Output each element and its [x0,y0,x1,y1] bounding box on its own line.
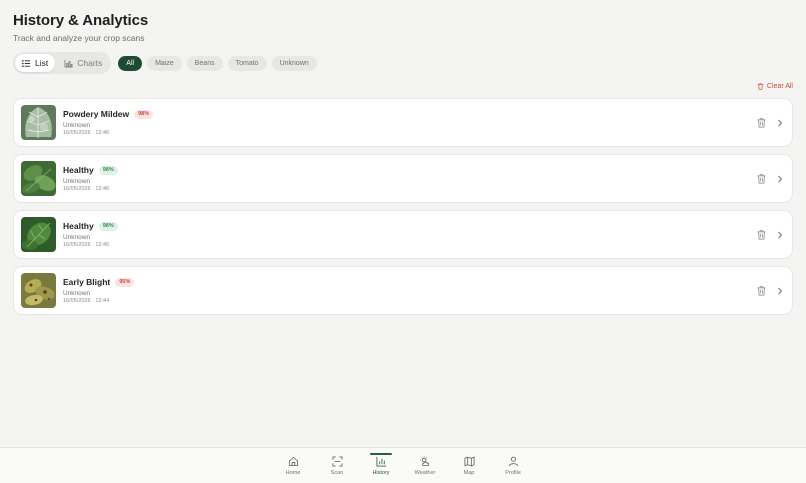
chevron-right-icon[interactable] [777,287,783,295]
confidence-badge: 98% [98,221,118,231]
home-icon [288,456,298,467]
crop-type: Unknown [63,122,91,129]
scan-info: Powdery Mildew 98% Unknown 16/05/2026 · … [63,109,154,136]
diagnosis-label: Powdery Mildew [63,109,130,119]
page-subtitle: Track and analyze your crop scans [13,33,145,43]
nav-item-scan[interactable]: Scan [315,448,359,483]
list-icon [22,59,31,67]
crop-type: Unknown [63,178,91,185]
nav-item-map[interactable]: Map [447,448,491,483]
nav-item-profile[interactable]: Profile [491,448,535,483]
filter-chip-beans[interactable]: Beans [186,55,223,71]
crop-type: Unknown [63,290,91,297]
delete-scan-icon[interactable] [757,286,766,296]
scan-title-row: Healthy 98% [63,165,118,175]
page-title: History & Analytics [13,12,149,29]
nav-item-weather[interactable]: Weather [403,448,447,483]
scan-title-row: Healthy 98% [63,221,118,231]
clear-all-label: Clear All [766,83,793,90]
page-header: History & Analytics Track and analyze yo… [13,12,148,43]
crop-type: Unknown [63,234,91,241]
scan-card[interactable]: Early Blight 95% Unknown 16/05/2026 · 12… [13,266,793,315]
scan-thumbnail [21,161,56,196]
scan-history-list: Powdery Mildew 98% Unknown 16/05/2026 · … [13,98,793,322]
scan-timestamp: 16/05/2026 · 12:46 [63,130,110,136]
filter-chip-unknown[interactable]: Unknown [271,55,317,71]
nav-item-label: Map [463,470,475,476]
scan-thumbnail [21,273,56,308]
user-icon [508,456,518,467]
scan-card[interactable]: Powdery Mildew 98% Unknown 16/05/2026 · … [13,98,793,147]
chevron-right-icon[interactable] [777,231,783,239]
delete-scan-icon[interactable] [757,174,766,184]
delete-scan-icon[interactable] [757,230,766,240]
scan-title-row: Early Blight 95% [63,277,135,287]
toolbar: List Charts All Maize Beans Tomato Unknown [13,52,317,74]
confidence-badge: 95% [115,277,135,287]
nav-item-history[interactable]: History [359,448,403,483]
trash-icon [757,83,764,90]
scan-thumbnail [21,217,56,252]
scan-icon [332,456,342,467]
nav-item-label: Home [285,470,301,476]
delete-scan-icon[interactable] [757,118,766,128]
bar-chart-icon [64,59,73,68]
chevron-right-icon[interactable] [777,175,783,183]
view-toggle: List Charts [13,52,112,74]
scan-title-row: Powdery Mildew 98% [63,109,154,119]
scan-card[interactable]: Healthy 98% Unknown 16/05/2026 · 12:46 [13,154,793,203]
weather-icon [419,456,429,467]
confidence-badge: 98% [134,109,154,119]
charts-view-button[interactable]: Charts [57,54,109,72]
diagnosis-label: Early Blight [63,277,111,287]
filter-chip-all[interactable]: All [118,55,143,71]
map-icon [464,456,474,467]
scan-card[interactable]: Healthy 98% Unknown 16/05/2026 · 12:45 [13,210,793,259]
bar-chart-icon [376,456,386,467]
nav-item-label: Weather [414,470,436,476]
confidence-badge: 98% [98,165,118,175]
scan-thumbnail [21,105,56,140]
nav-item-label: Profile [505,470,521,476]
crop-filter-chips: All Maize Beans Tomato Unknown [118,55,317,71]
scan-timestamp: 16/05/2026 · 12:46 [63,186,110,192]
bottom-navigation: Home Scan History Weather Map Profile [0,447,806,483]
list-view-button[interactable]: List [15,54,56,72]
scan-info: Healthy 98% Unknown 16/05/2026 · 12:46 [63,165,118,192]
filter-chip-maize[interactable]: Maize [147,55,182,71]
clear-all-button[interactable]: Clear All [757,83,793,90]
diagnosis-label: Healthy [63,221,94,231]
scan-timestamp: 16/05/2026 · 12:45 [63,242,110,248]
nav-item-label: History [372,470,390,476]
scan-timestamp: 16/05/2026 · 12:44 [63,298,110,304]
nav-item-label: Scan [330,470,344,476]
nav-item-home[interactable]: Home [271,448,315,483]
list-view-label: List [35,58,49,68]
scan-info: Early Blight 95% Unknown 16/05/2026 · 12… [63,277,135,304]
charts-view-label: Charts [77,58,103,68]
scan-info: Healthy 98% Unknown 16/05/2026 · 12:45 [63,221,118,248]
filter-chip-tomato[interactable]: Tomato [227,55,267,71]
diagnosis-label: Healthy [63,165,94,175]
chevron-right-icon[interactable] [777,119,783,127]
